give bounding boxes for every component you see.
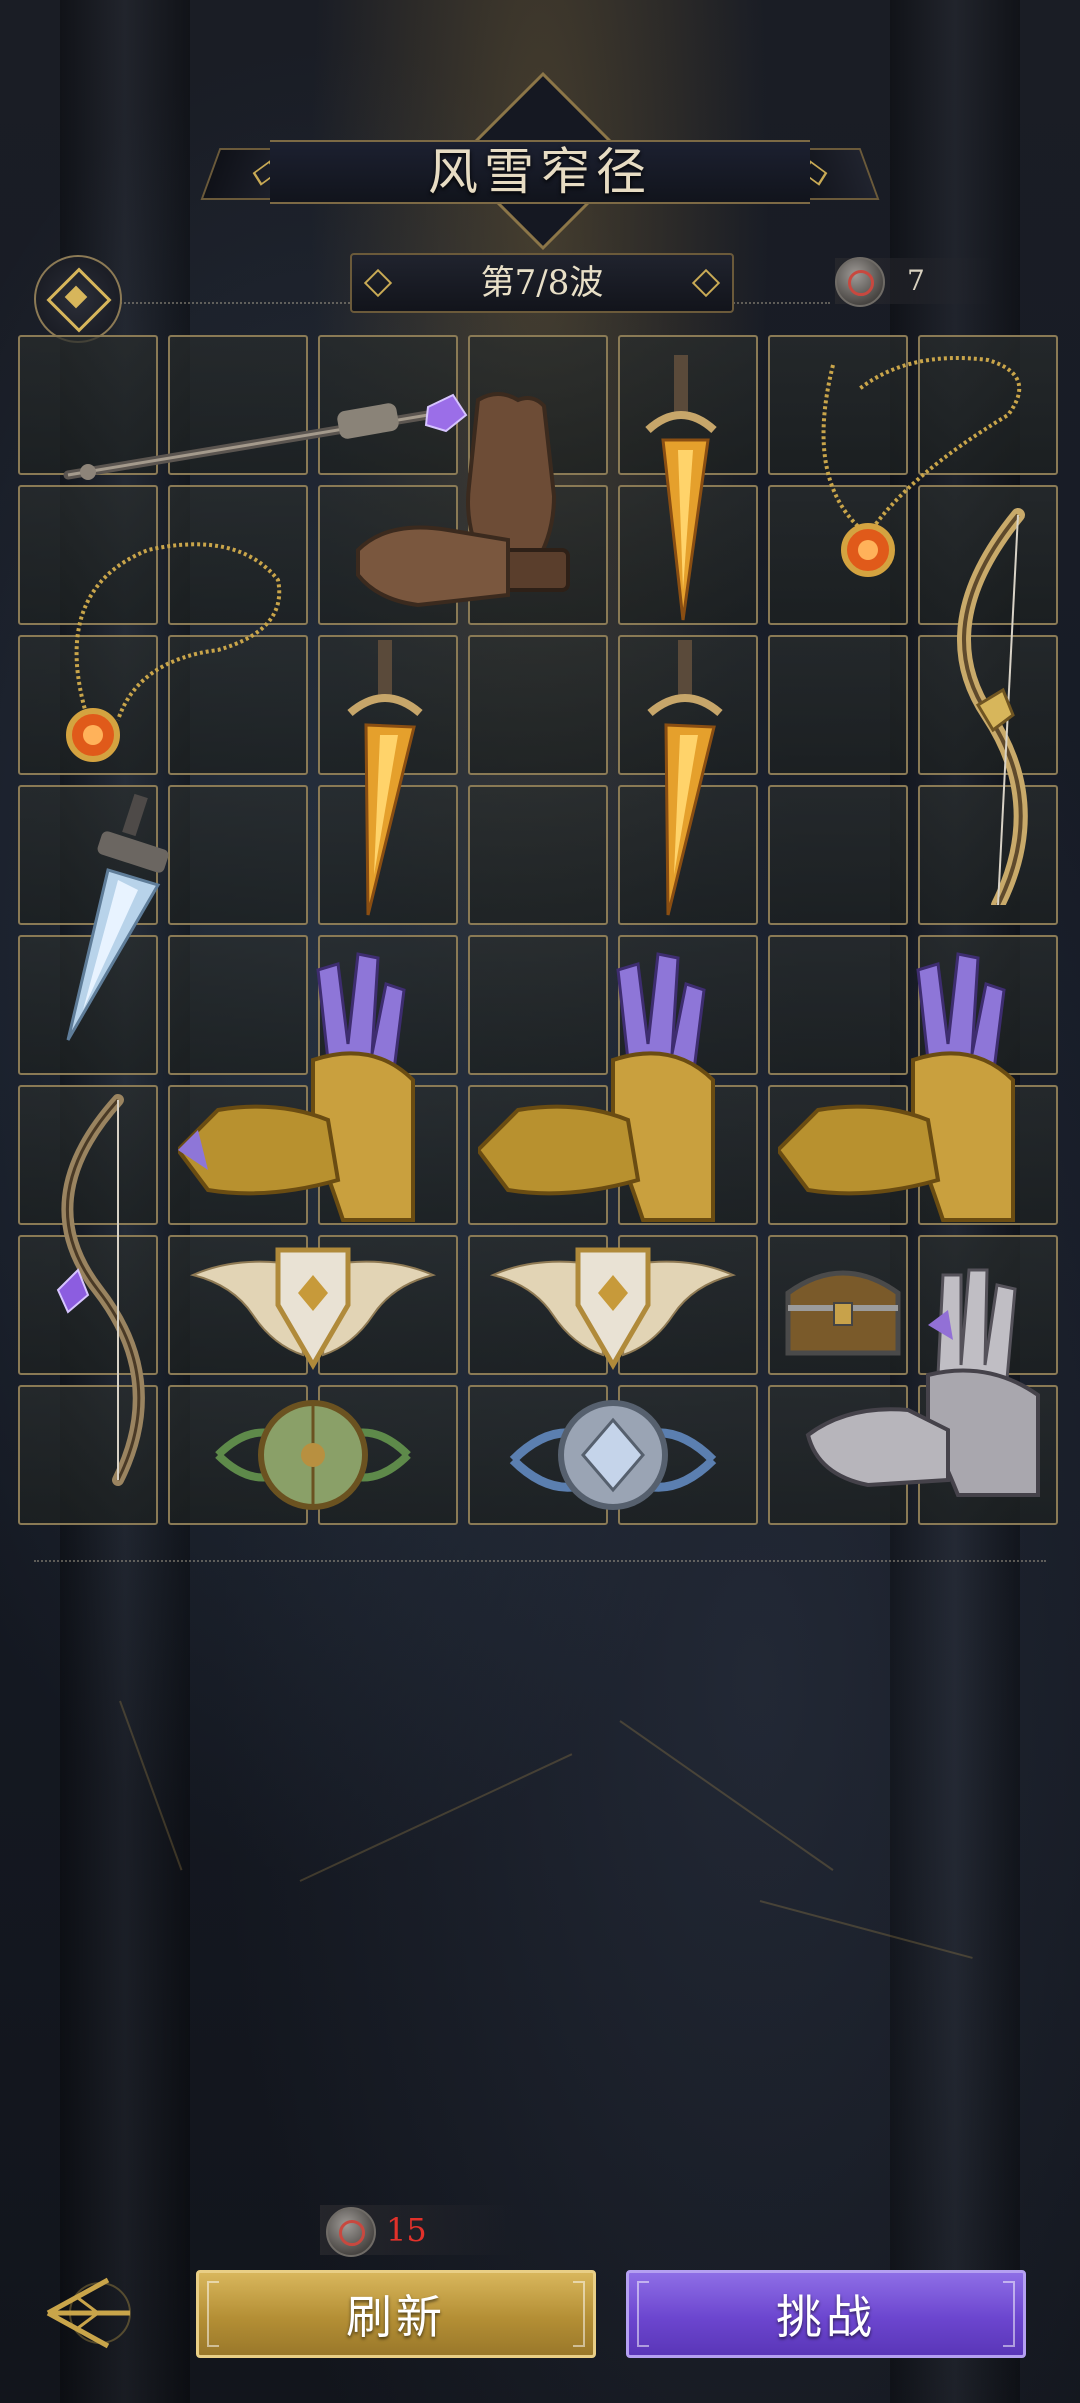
- refresh-button[interactable]: 刷新: [196, 2270, 596, 2358]
- silver-laurel-shield-item[interactable]: [503, 1390, 723, 1520]
- amethyst-bow-item[interactable]: [28, 1090, 148, 1490]
- grid-cell[interactable]: [768, 635, 908, 775]
- header-divider-right: [730, 302, 830, 304]
- back-arrow-icon[interactable]: [38, 2268, 138, 2358]
- refresh-button-label: 刷新: [346, 2290, 446, 2344]
- stage-title: 风雪窄径: [428, 143, 652, 201]
- inventory-grid: [18, 335, 1062, 1529]
- header-divider-left: [120, 302, 350, 304]
- golden-claw-gauntlet-item[interactable]: [778, 950, 1058, 1230]
- challenge-button[interactable]: 挑战: [626, 2270, 1026, 2358]
- stage-title-banner: 风雪窄径: [200, 71, 880, 251]
- gloves-item[interactable]: [348, 380, 618, 640]
- grid-divider-bottom: [34, 1560, 1046, 1562]
- rune-coin-icon: [835, 257, 885, 307]
- challenge-button-label: 挑战: [776, 2290, 876, 2344]
- winged-shield-item[interactable]: [488, 1235, 738, 1375]
- rune-coin-icon: [326, 2207, 376, 2257]
- diamond-emblem-icon[interactable]: [34, 255, 122, 343]
- grid-cell[interactable]: [168, 785, 308, 925]
- fire-dagger-item[interactable]: [628, 635, 748, 925]
- sun-amulet-item[interactable]: [38, 510, 308, 790]
- fire-dagger-item[interactable]: [328, 635, 448, 925]
- grid-cell[interactable]: [468, 635, 608, 775]
- golden-claw-gauntlet-item[interactable]: [178, 950, 458, 1230]
- gilded-bow-item[interactable]: [908, 505, 1068, 905]
- wooden-round-shield-item[interactable]: [208, 1395, 418, 1515]
- wave-indicator: 第7/8波: [350, 253, 734, 313]
- grid-cell[interactable]: [468, 785, 608, 925]
- refresh-cost-amount: 15: [386, 2211, 427, 2249]
- grid-cell[interactable]: [768, 785, 908, 925]
- currency-amount: 7: [907, 264, 925, 297]
- frost-sword-item[interactable]: [58, 790, 178, 1050]
- wave-label: 第7/8波: [480, 263, 604, 303]
- fire-dagger-item[interactable]: [628, 350, 738, 630]
- steel-gauntlet-item[interactable]: [788, 1255, 1058, 1505]
- golden-claw-gauntlet-item[interactable]: [478, 950, 758, 1230]
- winged-shield-item[interactable]: [188, 1235, 438, 1375]
